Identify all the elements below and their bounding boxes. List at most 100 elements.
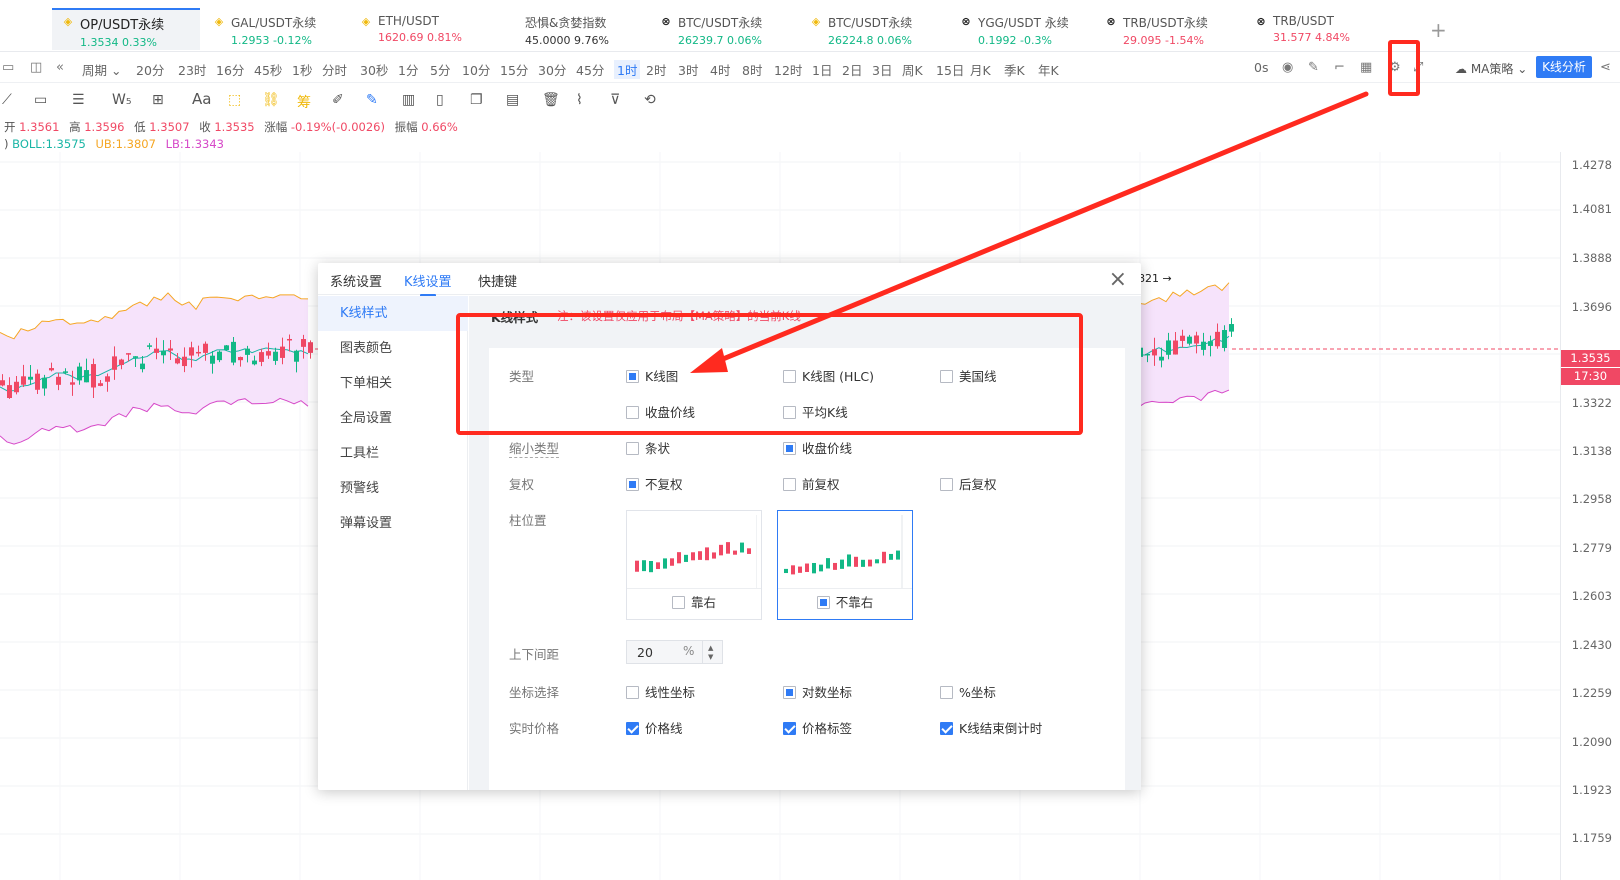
note-icon[interactable]: ▤ xyxy=(506,92,519,108)
interval-6[interactable]: 30秒 xyxy=(360,60,388,79)
adjust-option-backward[interactable]: 后复权 xyxy=(940,474,997,493)
position-card-right[interactable]: 靠右 xyxy=(626,510,762,620)
symbol-tab[interactable]: 恐惧&贪婪指数 45.0000 9.76% xyxy=(497,10,637,50)
sidebar-item-order[interactable]: 下单相关 xyxy=(318,366,468,401)
trash-icon[interactable]: 🗑 xyxy=(542,92,560,108)
fib-icon[interactable]: ⬚ xyxy=(228,92,241,108)
shrink-option-bar[interactable]: 条状 xyxy=(626,438,670,457)
tab-shortcuts[interactable]: 快捷键 xyxy=(478,271,517,290)
layout-strategy-dropdown[interactable]: ☁ MA策略 ⌄ xyxy=(1455,60,1527,77)
sidebar-item-toolbar[interactable]: 工具栏 xyxy=(318,436,468,471)
spacing-input[interactable]: 20 % ▲ ▼ xyxy=(626,640,723,664)
symbol-tab[interactable]: ⊗ TRB/USDT永续 29.095 -1.54% xyxy=(1095,10,1235,50)
symbol-tab[interactable]: ⊗ BTC/USDT永续 26239.7 0.06% xyxy=(650,10,790,50)
interval-1[interactable]: 23时 xyxy=(178,60,206,79)
position-card-not-right[interactable]: 不靠右 xyxy=(777,510,913,620)
comment-icon[interactable]: ⌐ xyxy=(1334,60,1345,75)
close-icon[interactable]: × xyxy=(1109,267,1127,292)
interval-0[interactable]: 20分 xyxy=(136,60,164,79)
position-preview-right xyxy=(635,515,757,589)
add-tab-icon[interactable]: + xyxy=(1430,18,1447,42)
adjust-option-forward[interactable]: 前复权 xyxy=(783,474,840,493)
interval-17[interactable]: 8时 xyxy=(742,60,762,79)
horizontal-lines-icon[interactable]: ☰ xyxy=(72,92,85,108)
axis-option-linear[interactable]: 线性坐标 xyxy=(626,682,695,701)
interval-7[interactable]: 1分 xyxy=(398,60,418,79)
camera-icon[interactable]: ◉ xyxy=(1282,60,1293,75)
interval-14[interactable]: 2时 xyxy=(646,60,666,79)
wave-icon[interactable]: W₅ xyxy=(112,92,131,108)
sidebar-item-danmaku[interactable]: 弹幕设置 xyxy=(318,506,468,541)
interval-13[interactable]: 1时 xyxy=(614,60,641,79)
axis-option-log[interactable]: 对数坐标 xyxy=(783,682,852,701)
trendline-icon[interactable]: ⟋ xyxy=(2,92,12,108)
symbol-tab[interactable]: ◈ BTC/USDT永续 26224.8 0.06% xyxy=(800,10,940,50)
measure-icon[interactable]: ⊞ xyxy=(152,92,164,108)
axis-option-percent[interactable]: %坐标 xyxy=(940,682,996,701)
rectangle-icon[interactable]: ▭ xyxy=(34,92,47,108)
text-tool[interactable]: Aa xyxy=(192,90,211,108)
magnet-icon[interactable]: ⌇ xyxy=(576,92,583,108)
interval-23[interactable]: 15日 xyxy=(936,60,964,79)
symbol-tab[interactable]: ⊗ TRB/USDT 31.577 4.84% xyxy=(1245,10,1385,50)
clipboard-icon[interactable]: ▯ xyxy=(436,92,444,108)
interval-25[interactable]: 季K xyxy=(1004,60,1025,79)
stepper-down-icon[interactable]: ▼ xyxy=(708,653,713,661)
tab-system-settings[interactable]: 系统设置 xyxy=(330,271,382,290)
draw-active-icon[interactable]: ✎ xyxy=(366,92,378,108)
symbol-tab[interactable]: ◈ ETH/USDT 1620.69 0.81% xyxy=(350,10,490,50)
chip-tool[interactable]: 筹 xyxy=(297,92,311,112)
rewind-icon[interactable]: « xyxy=(56,60,64,75)
copy-icon[interactable]: ❐ xyxy=(470,92,483,108)
ruler-icon[interactable]: ✐ xyxy=(332,92,344,108)
sidebar-item-alert-line[interactable]: 预警线 xyxy=(318,471,468,506)
chain-icon[interactable]: ⛓ xyxy=(262,92,280,108)
candle-body xyxy=(1208,341,1213,346)
split-icon[interactable]: ◫ xyxy=(30,60,42,75)
interval-12[interactable]: 45分 xyxy=(576,60,604,79)
preview-candle xyxy=(882,551,886,564)
interval-2[interactable]: 16分 xyxy=(216,60,244,79)
interval-11[interactable]: 30分 xyxy=(538,60,566,79)
interval-16[interactable]: 4时 xyxy=(710,60,730,79)
stepper-up-icon[interactable]: ▲ xyxy=(708,644,713,652)
refresh-icon[interactable]: ⟲ xyxy=(644,92,656,108)
price-axis[interactable]: 1.4278 1.4081 1.3888 1.3696 1.3322 1.3138 1.29… xyxy=(1560,152,1620,880)
realtime-option-price-line[interactable]: 价格线 xyxy=(626,718,683,737)
layout-icon[interactable]: ▭ xyxy=(2,60,14,75)
candles-icon[interactable]: ▥ xyxy=(402,92,415,108)
adjust-option-none[interactable]: 不复权 xyxy=(626,474,683,493)
kline-analysis-button[interactable]: K线分析 xyxy=(1536,56,1592,78)
realtime-option-countdown[interactable]: K线结束倒计时 xyxy=(940,718,1042,737)
checkbox-icon xyxy=(940,686,953,699)
shrink-option-close-line[interactable]: 收盘价线 xyxy=(783,438,852,457)
interval-18[interactable]: 12时 xyxy=(774,60,802,79)
interval-10[interactable]: 15分 xyxy=(500,60,528,79)
sidebar-item-chart-colors[interactable]: 图表颜色 xyxy=(318,331,468,366)
interval-21[interactable]: 3日 xyxy=(872,60,892,79)
calculator-icon[interactable]: ▦ xyxy=(1360,60,1372,75)
interval-3[interactable]: 45秒 xyxy=(254,60,282,79)
period-dropdown[interactable]: 周期 ⌄ xyxy=(82,60,121,79)
interval-22[interactable]: 周K xyxy=(902,60,923,79)
interval-26[interactable]: 年K xyxy=(1038,60,1059,79)
interval-8[interactable]: 5分 xyxy=(430,60,450,79)
sidebar-item-global[interactable]: 全局设置 xyxy=(318,401,468,436)
interval-15[interactable]: 3时 xyxy=(678,60,698,79)
pen-icon[interactable]: ✎ xyxy=(1308,60,1319,75)
symbol-tab[interactable]: ⊗ YGG/USDT 永续 0.1992 -0.3% xyxy=(950,10,1090,50)
interval-20[interactable]: 2日 xyxy=(842,60,862,79)
share-icon[interactable]: ⋖ xyxy=(1600,60,1611,75)
realtime-option-price-tag[interactable]: 价格标签 xyxy=(783,718,852,737)
interval-9[interactable]: 10分 xyxy=(462,60,490,79)
spacing-stepper[interactable]: ▲ ▼ xyxy=(702,641,722,663)
filter-icon[interactable]: ⊽ xyxy=(610,92,620,108)
interval-24[interactable]: 月K xyxy=(970,60,991,79)
symbol-tab[interactable]: ◈ GAL/USDT永续 1.2953 -0.12% xyxy=(203,10,343,50)
tab-kline-settings[interactable]: K线设置 xyxy=(404,271,452,297)
symbol-tab[interactable]: ◈ OP/USDT永续 1.3534 0.33% xyxy=(52,8,200,50)
interval-19[interactable]: 1日 xyxy=(812,60,832,79)
interval-5[interactable]: 分时 xyxy=(322,60,347,79)
sidebar-item-kline-style[interactable]: K线样式 xyxy=(318,296,468,331)
interval-4[interactable]: 1秒 xyxy=(292,60,312,79)
